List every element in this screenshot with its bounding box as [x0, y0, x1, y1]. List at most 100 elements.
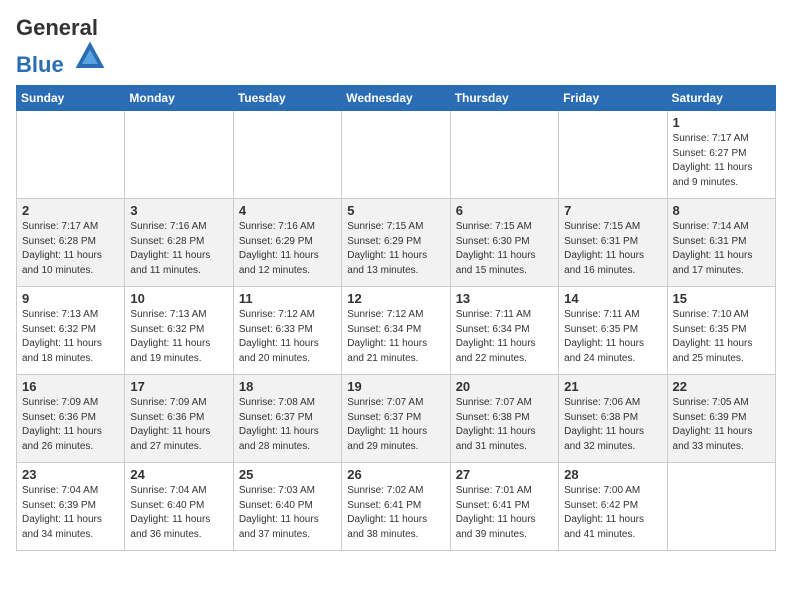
- header-friday: Friday: [559, 86, 667, 111]
- day-number: 8: [673, 203, 770, 218]
- day-number: 19: [347, 379, 444, 394]
- day-number: 15: [673, 291, 770, 306]
- day-number: 26: [347, 467, 444, 482]
- day-cell: 28Sunrise: 7:00 AM Sunset: 6:42 PM Dayli…: [559, 463, 667, 551]
- day-cell: 7 Sunrise: 7:15 AM Sunset: 6:31 PM Daylig…: [559, 199, 667, 287]
- day-info: Sunrise: 7:04 AM Sunset: 6:40 PM Dayligh…: [130, 484, 227, 542]
- day-info: Sunrise: 7:01 AM Sunset: 6:41 PM Dayligh…: [456, 484, 553, 542]
- day-number: 14: [564, 291, 661, 306]
- day-info: Sunrise: 7:02 AM Sunset: 6:41 PM Dayligh…: [347, 484, 444, 542]
- day-info: Sunrise: 7:16 AM Sunset: 6:28 PM Dayligh…: [130, 220, 227, 278]
- day-cell: 19 Sunrise: 7:07 AM Sunset: 6:37 PM Dayli…: [342, 375, 450, 463]
- week-row-4: 16 Sunrise: 7:09 AM Sunset: 6:36 PM Dayli…: [17, 375, 776, 463]
- day-number: 6: [456, 203, 553, 218]
- day-info: Sunrise: 7:09 AM Sunset: 6:36 PM Dayligh…: [22, 396, 119, 454]
- day-cell: 26 Sunrise: 7:02 AM Sunset: 6:41 PM Dayli…: [342, 463, 450, 551]
- logo-general: General: [16, 15, 98, 40]
- day-number: 21: [564, 379, 661, 394]
- day-cell: [342, 111, 450, 199]
- day-cell: 13 Sunrise: 7:11 AM Sunset: 6:34 PM Dayli…: [450, 287, 558, 375]
- day-cell: 1 Sunrise: 7:17 AM Sunset: 6:27 PM Daylig…: [667, 111, 775, 199]
- day-info: Sunrise: 7:08 AM Sunset: 6:37 PM Dayligh…: [239, 396, 336, 454]
- day-cell: [125, 111, 233, 199]
- logo-icon: [74, 40, 106, 72]
- day-info: Sunrise: 7:17 AM Sunset: 6:28 PM Dayligh…: [22, 220, 119, 278]
- day-cell: 8Sunrise: 7:14 AM Sunset: 6:31 PM Daylig…: [667, 199, 775, 287]
- day-cell: 12 Sunrise: 7:12 AM Sunset: 6:34 PM Dayli…: [342, 287, 450, 375]
- day-number: 11: [239, 291, 336, 306]
- week-row-1: 1 Sunrise: 7:17 AM Sunset: 6:27 PM Daylig…: [17, 111, 776, 199]
- day-number: 17: [130, 379, 227, 394]
- day-info: Sunrise: 7:10 AM Sunset: 6:35 PM Dayligh…: [673, 308, 770, 366]
- day-cell: 3 Sunrise: 7:16 AM Sunset: 6:28 PM Daylig…: [125, 199, 233, 287]
- day-cell: 16 Sunrise: 7:09 AM Sunset: 6:36 PM Dayli…: [17, 375, 125, 463]
- day-cell: 10 Sunrise: 7:13 AM Sunset: 6:32 PM Dayli…: [125, 287, 233, 375]
- day-number: 20: [456, 379, 553, 394]
- day-cell: [667, 463, 775, 551]
- day-cell: 22 Sunrise: 7:05 AM Sunset: 6:39 PM Dayli…: [667, 375, 775, 463]
- day-number: 22: [673, 379, 770, 394]
- day-cell: 21 Sunrise: 7:06 AM Sunset: 6:38 PM Dayli…: [559, 375, 667, 463]
- day-cell: 27 Sunrise: 7:01 AM Sunset: 6:41 PM Dayli…: [450, 463, 558, 551]
- week-row-3: 9 Sunrise: 7:13 AM Sunset: 6:32 PM Daylig…: [17, 287, 776, 375]
- day-number: 7: [564, 203, 661, 218]
- day-cell: 25Sunrise: 7:03 AM Sunset: 6:40 PM Dayli…: [233, 463, 341, 551]
- day-number: 27: [456, 467, 553, 482]
- day-info: Sunrise: 7:06 AM Sunset: 6:38 PM Dayligh…: [564, 396, 661, 454]
- day-cell: 9Sunrise: 7:13 AM Sunset: 6:32 PM Daylig…: [17, 287, 125, 375]
- day-cell: 5 Sunrise: 7:15 AM Sunset: 6:29 PM Daylig…: [342, 199, 450, 287]
- day-cell: [559, 111, 667, 199]
- day-cell: 24 Sunrise: 7:04 AM Sunset: 6:40 PM Dayli…: [125, 463, 233, 551]
- day-number: 9: [22, 291, 119, 306]
- day-cell: 11 Sunrise: 7:12 AM Sunset: 6:33 PM Dayli…: [233, 287, 341, 375]
- header-saturday: Saturday: [667, 86, 775, 111]
- day-number: 23: [22, 467, 119, 482]
- day-cell: 15 Sunrise: 7:10 AM Sunset: 6:35 PM Dayli…: [667, 287, 775, 375]
- day-info: Sunrise: 7:12 AM Sunset: 6:33 PM Dayligh…: [239, 308, 336, 366]
- header-row: SundayMondayTuesdayWednesdayThursdayFrid…: [17, 86, 776, 111]
- header-sunday: Sunday: [17, 86, 125, 111]
- day-info: Sunrise: 7:07 AM Sunset: 6:38 PM Dayligh…: [456, 396, 553, 454]
- day-info: Sunrise: 7:12 AM Sunset: 6:34 PM Dayligh…: [347, 308, 444, 366]
- day-number: 1: [673, 115, 770, 130]
- day-info: Sunrise: 7:15 AM Sunset: 6:31 PM Dayligh…: [564, 220, 661, 278]
- header-thursday: Thursday: [450, 86, 558, 111]
- day-cell: 2Sunrise: 7:17 AM Sunset: 6:28 PM Daylig…: [17, 199, 125, 287]
- day-cell: 18Sunrise: 7:08 AM Sunset: 6:37 PM Dayli…: [233, 375, 341, 463]
- day-info: Sunrise: 7:11 AM Sunset: 6:34 PM Dayligh…: [456, 308, 553, 366]
- day-cell: [17, 111, 125, 199]
- day-number: 10: [130, 291, 227, 306]
- calendar-table: SundayMondayTuesdayWednesdayThursdayFrid…: [16, 85, 776, 551]
- day-cell: 17 Sunrise: 7:09 AM Sunset: 6:36 PM Dayli…: [125, 375, 233, 463]
- day-info: Sunrise: 7:15 AM Sunset: 6:29 PM Dayligh…: [347, 220, 444, 278]
- header-monday: Monday: [125, 86, 233, 111]
- day-number: 3: [130, 203, 227, 218]
- day-info: Sunrise: 7:04 AM Sunset: 6:39 PM Dayligh…: [22, 484, 119, 542]
- day-cell: 20 Sunrise: 7:07 AM Sunset: 6:38 PM Dayli…: [450, 375, 558, 463]
- day-info: Sunrise: 7:03 AM Sunset: 6:40 PM Dayligh…: [239, 484, 336, 542]
- day-number: 16: [22, 379, 119, 394]
- day-info: Sunrise: 7:00 AM Sunset: 6:42 PM Dayligh…: [564, 484, 661, 542]
- week-row-2: 2Sunrise: 7:17 AM Sunset: 6:28 PM Daylig…: [17, 199, 776, 287]
- day-number: 12: [347, 291, 444, 306]
- logo: General Blue: [16, 16, 106, 77]
- day-number: 5: [347, 203, 444, 218]
- day-info: Sunrise: 7:09 AM Sunset: 6:36 PM Dayligh…: [130, 396, 227, 454]
- page-header: General Blue: [16, 16, 776, 77]
- week-row-5: 23 Sunrise: 7:04 AM Sunset: 6:39 PM Dayli…: [17, 463, 776, 551]
- header-wednesday: Wednesday: [342, 86, 450, 111]
- day-info: Sunrise: 7:15 AM Sunset: 6:30 PM Dayligh…: [456, 220, 553, 278]
- day-number: 4: [239, 203, 336, 218]
- day-info: Sunrise: 7:07 AM Sunset: 6:37 PM Dayligh…: [347, 396, 444, 454]
- logo-blue: Blue: [16, 52, 64, 77]
- day-info: Sunrise: 7:05 AM Sunset: 6:39 PM Dayligh…: [673, 396, 770, 454]
- day-number: 24: [130, 467, 227, 482]
- day-info: Sunrise: 7:13 AM Sunset: 6:32 PM Dayligh…: [130, 308, 227, 366]
- day-cell: 23 Sunrise: 7:04 AM Sunset: 6:39 PM Dayli…: [17, 463, 125, 551]
- day-info: Sunrise: 7:11 AM Sunset: 6:35 PM Dayligh…: [564, 308, 661, 366]
- day-info: Sunrise: 7:17 AM Sunset: 6:27 PM Dayligh…: [673, 132, 770, 190]
- day-cell: [450, 111, 558, 199]
- header-tuesday: Tuesday: [233, 86, 341, 111]
- day-number: 13: [456, 291, 553, 306]
- day-cell: 4Sunrise: 7:16 AM Sunset: 6:29 PM Daylig…: [233, 199, 341, 287]
